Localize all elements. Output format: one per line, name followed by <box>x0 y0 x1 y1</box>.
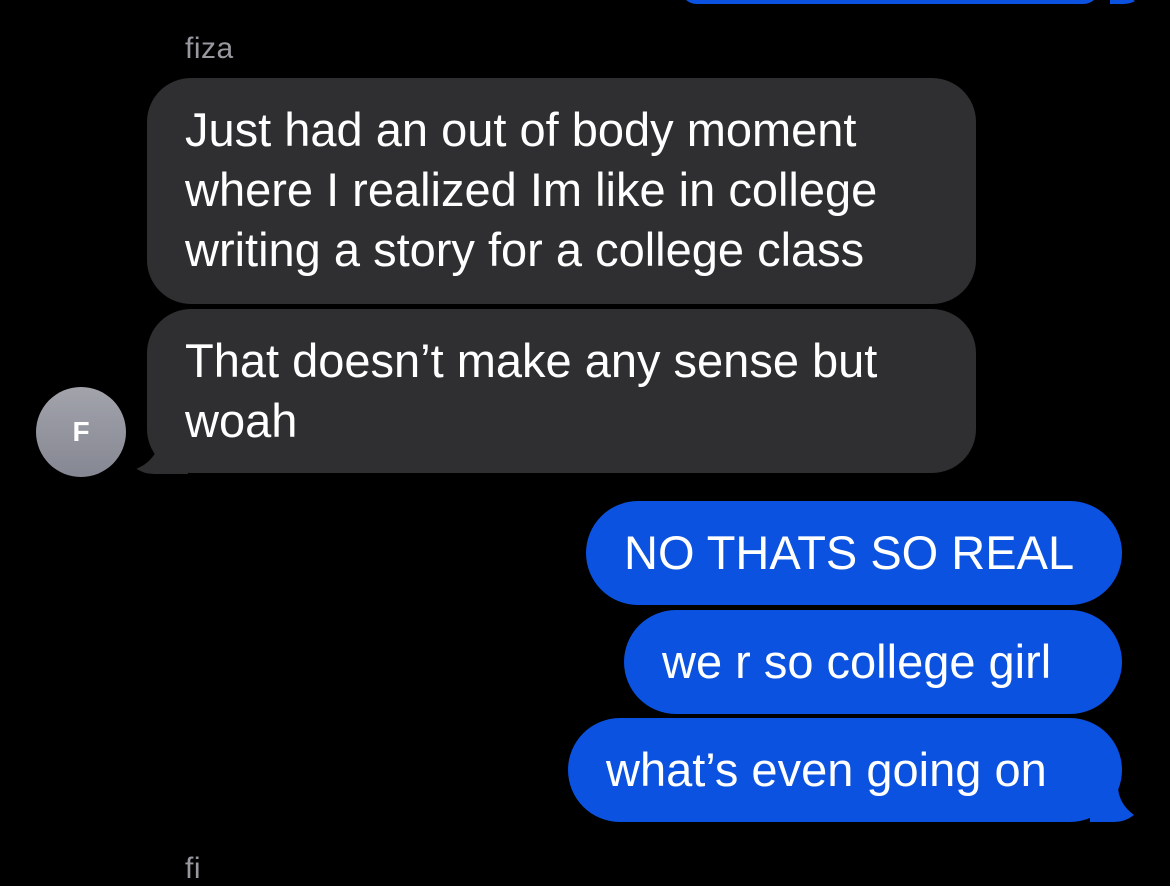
message-text: we r so college girl <box>662 635 1052 688</box>
incoming-message-bubble[interactable]: That doesn’t make any sense but woah <box>147 309 976 473</box>
message-text-line: That doesn’t make any sense but <box>185 334 878 387</box>
contact-avatar[interactable]: F <box>36 387 126 477</box>
outgoing-message-bubble[interactable]: we r so college girl <box>624 610 1122 714</box>
message-text: NO THATS SO REAL <box>624 526 1075 579</box>
outgoing-message-bubble[interactable]: NO THATS SO REAL <box>586 501 1122 605</box>
message-text: what’s even going on <box>606 743 1047 796</box>
message-text-line: Just had an out of body moment <box>185 103 857 156</box>
outgoing-message-bubble[interactable]: what’s even going on <box>568 718 1122 822</box>
sender-name-next: fi <box>185 852 201 885</box>
avatar-initial: F <box>72 416 90 447</box>
message-text-line: writing a story for a college class <box>185 223 865 276</box>
sender-name: fiza <box>185 32 234 65</box>
message-text-line: woah <box>185 394 298 447</box>
message-text-line: where I realized Im like in college <box>185 163 878 216</box>
incoming-message-bubble[interactable]: Just had an out of body moment where I r… <box>147 78 976 304</box>
previous-outgoing-message[interactable] <box>680 0 1100 4</box>
